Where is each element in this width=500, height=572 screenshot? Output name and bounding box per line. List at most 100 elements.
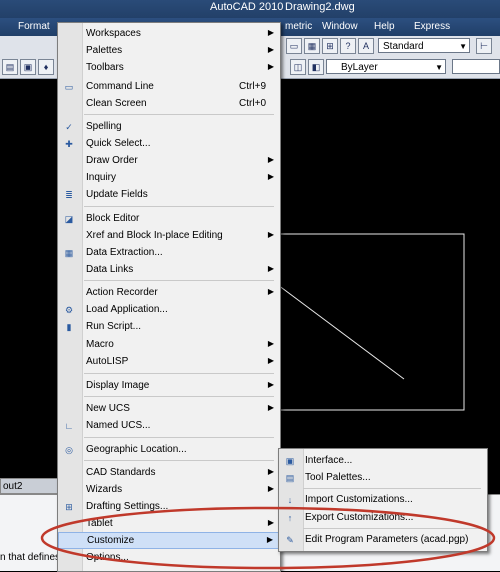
menu-item-shortcut: Ctrl+0 xyxy=(239,98,266,109)
run-script-icon: ▮ xyxy=(66,322,72,332)
layer-icon[interactable]: ◧ xyxy=(308,59,324,75)
menu-item-label: Drafting Settings... xyxy=(86,501,169,512)
chevron-right-icon: ▶ xyxy=(267,403,274,412)
quick-select-icon: ✚ xyxy=(65,139,73,149)
menu-window[interactable]: Window xyxy=(322,21,358,32)
chevron-right-icon: ▶ xyxy=(267,518,274,527)
chevron-right-icon: ▶ xyxy=(267,172,274,181)
menu-item-label: Toolbars xyxy=(86,62,124,73)
text-style-dropdown[interactable]: Standard ▼ xyxy=(378,38,470,53)
menu-item-action-recorder[interactable]: Action Recorder ▶ xyxy=(58,285,280,302)
toolbar-icon[interactable]: ⊞ xyxy=(322,38,338,54)
menu-item-label: Palettes xyxy=(86,45,123,56)
layout-tab[interactable]: out2 xyxy=(0,478,60,494)
menu-item-workspaces[interactable]: Workspaces ▶ xyxy=(58,26,280,43)
menu-item-named-ucs[interactable]: ∟ Named UCS... xyxy=(58,418,280,435)
line-shape xyxy=(277,284,405,380)
menu-separator xyxy=(84,114,274,115)
customize-submenu: ▣ Interface... ▤ Tool Palettes... ↓ Import Cu… xyxy=(278,448,488,552)
menu-item-display-image[interactable]: Display Image ▶ xyxy=(58,378,280,395)
toolbar-icon[interactable]: ▭ xyxy=(286,38,302,54)
menu-item-label: Xref and Block In-place Editing xyxy=(86,230,223,241)
menu-item-palettes[interactable]: Palettes ▶ xyxy=(58,43,280,60)
tool-palettes-icon: ▤ xyxy=(285,473,295,483)
update-fields-icon: ≣ xyxy=(65,190,73,200)
menu-item-label: Inquiry xyxy=(86,172,117,183)
menu-express[interactable]: Express xyxy=(414,21,450,32)
chevron-right-icon: ▶ xyxy=(267,467,274,476)
tools-menu: Workspaces ▶ Palettes ▶ Toolbars ▶ ▭ Command Li… xyxy=(57,22,281,572)
menu-item-customize[interactable]: Customize ▶ xyxy=(58,532,280,549)
submenu-item-import-customizations[interactable]: ↓ Import Customizations... xyxy=(279,492,487,509)
menu-item-load-application[interactable]: ⚙ Load Application... xyxy=(58,302,280,319)
menu-item-spelling[interactable]: ✓ Spelling xyxy=(58,119,280,136)
menu-item-label: Customize xyxy=(87,535,135,546)
menu-item-block-editor[interactable]: ◪ Block Editor xyxy=(58,211,280,228)
menu-item-clean-screen[interactable]: Clean Screen Ctrl+0 xyxy=(58,96,280,113)
chevron-right-icon: ▶ xyxy=(267,230,274,239)
submenu-item-tool-palettes[interactable]: ▤ Tool Palettes... xyxy=(279,470,487,487)
menu-item-label: Update Fields xyxy=(86,189,148,200)
menu-item-toolbars[interactable]: Toolbars ▶ xyxy=(58,60,280,77)
menu-item-inquiry[interactable]: Inquiry ▶ xyxy=(58,170,280,187)
menu-item-label: Options... xyxy=(86,552,129,563)
lightbulb-icon[interactable]: ♦ xyxy=(38,59,54,75)
menu-separator xyxy=(84,280,274,281)
menu-item-autolisp[interactable]: AutoLISP ▶ xyxy=(58,354,280,371)
import-icon: ↓ xyxy=(287,495,293,505)
menu-format[interactable]: Format xyxy=(18,21,50,32)
block-editor-icon: ◪ xyxy=(64,214,74,224)
menu-item-label: Data Extraction... xyxy=(86,247,163,258)
menu-item-label: Macro xyxy=(86,339,114,350)
text-style-icon[interactable]: A xyxy=(358,38,374,54)
menu-item-command-line[interactable]: ▭ Command Line Ctrl+9 xyxy=(58,79,280,96)
menu-item-new-ucs[interactable]: New UCS ▶ xyxy=(58,401,280,418)
menu-separator xyxy=(84,373,274,374)
data-extraction-icon: ▦ xyxy=(64,248,74,258)
menu-item-label: New UCS xyxy=(86,403,130,414)
menu-item-options[interactable]: Options... xyxy=(58,550,280,567)
layer-icon[interactable]: ▤ xyxy=(2,59,18,75)
toolbar-icon[interactable]: ▦ xyxy=(304,38,320,54)
menu-item-drafting-settings[interactable]: ⊞ Drafting Settings... xyxy=(58,499,280,516)
menu-item-data-extraction[interactable]: ▦ Data Extraction... xyxy=(58,245,280,262)
layer-icon[interactable]: ◫ xyxy=(290,59,306,75)
help-icon[interactable]: ? xyxy=(340,38,356,54)
submenu-item-export-customizations[interactable]: ↑ Export Customizations... xyxy=(279,510,487,527)
submenu-item-interface[interactable]: ▣ Interface... xyxy=(279,453,487,470)
menu-help[interactable]: Help xyxy=(374,21,395,32)
chevron-right-icon: ▶ xyxy=(267,287,274,296)
menu-parametric[interactable]: metric xyxy=(285,21,312,32)
menu-item-draw-order[interactable]: Draw Order ▶ xyxy=(58,153,280,170)
menu-item-label: Command Line xyxy=(86,81,154,92)
interface-icon: ▣ xyxy=(285,456,295,466)
menu-item-macro[interactable]: Macro ▶ xyxy=(58,337,280,354)
menu-item-tablet[interactable]: Tablet ▶ xyxy=(58,516,280,533)
menu-item-quick-select[interactable]: ✚ Quick Select... xyxy=(58,136,280,153)
chevron-right-icon: ▶ xyxy=(267,380,274,389)
menu-item-data-links[interactable]: Data Links ▶ xyxy=(58,262,280,279)
chevron-right-icon: ▶ xyxy=(266,535,273,544)
chevron-right-icon: ▶ xyxy=(267,155,274,164)
menu-item-xref-and-block-in-place-editing[interactable]: Xref and Block In-place Editing ▶ xyxy=(58,228,280,245)
layer-icon[interactable]: ▣ xyxy=(20,59,36,75)
color-value: ByLayer xyxy=(341,62,378,73)
dimension-style-icon[interactable]: ⊢ xyxy=(476,38,492,54)
menu-item-label: Action Recorder xyxy=(86,287,158,298)
menu-item-cad-standards[interactable]: CAD Standards ▶ xyxy=(58,465,280,482)
menu-item-update-fields[interactable]: ≣ Update Fields xyxy=(58,187,280,204)
menu-item-label: Wizards xyxy=(86,484,123,495)
menu-separator xyxy=(303,488,481,489)
chevron-down-icon: ▼ xyxy=(459,42,467,51)
menu-item-wizards[interactable]: Wizards ▶ xyxy=(58,482,280,499)
menu-item-geographic-location[interactable]: ◎ Geographic Location... xyxy=(58,442,280,459)
submenu-item-edit-program-parameters-acad-pgp[interactable]: ✎ Edit Program Parameters (acad.pgp) xyxy=(279,532,487,549)
named-ucs-icon: ∟ xyxy=(64,421,74,431)
menu-item-label: AutoLISP xyxy=(86,356,129,367)
spelling-icon: ✓ xyxy=(65,122,73,132)
color-dropdown[interactable]: ByLayer ▼ xyxy=(326,59,446,74)
menu-item-run-script[interactable]: ▮ Run Script... xyxy=(58,319,280,336)
linetype-dropdown[interactable] xyxy=(452,59,500,74)
submenu-item-label: Tool Palettes... xyxy=(305,472,371,483)
menu-item-label: Run Script... xyxy=(86,321,142,332)
